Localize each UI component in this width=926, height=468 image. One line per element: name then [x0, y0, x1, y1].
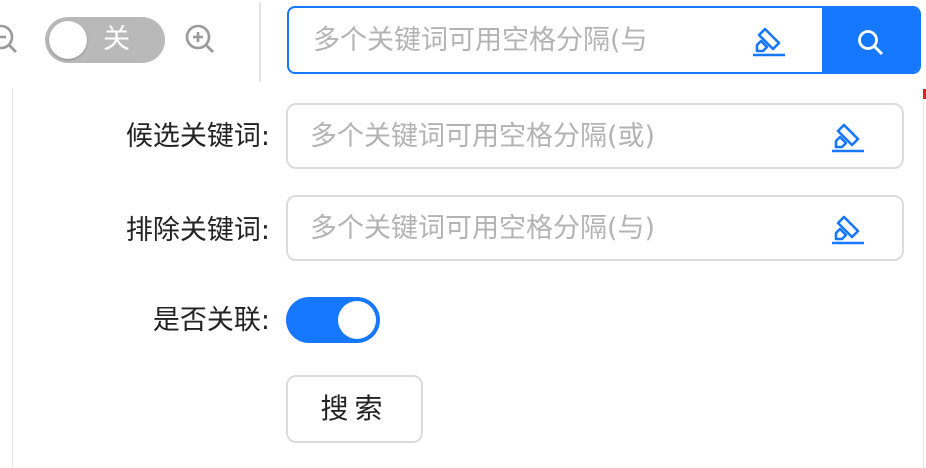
toggle-knob	[338, 301, 376, 339]
associate-label: 是否关联:	[152, 305, 270, 336]
exclude-keywords-label: 排除关键词:	[125, 215, 270, 246]
view-toggle[interactable]: 关	[45, 17, 165, 63]
search-button[interactable]	[822, 8, 919, 72]
main-search-bar: 多个关键词可用空格分隔(与	[287, 6, 921, 74]
candidate-keywords-placeholder: 多个关键词可用空格分隔(或)	[310, 121, 656, 152]
zoom-out-icon[interactable]	[0, 22, 20, 56]
zoom-in-icon[interactable]	[183, 22, 217, 56]
candidate-keywords-label: 候选关键词:	[125, 121, 270, 152]
exclude-keywords-field[interactable]: 多个关键词可用空格分隔(与)	[286, 195, 904, 261]
search-icon	[858, 30, 884, 56]
candidate-keywords-field[interactable]: 多个关键词可用空格分隔(或)	[286, 103, 904, 169]
exclude-keywords-placeholder: 多个关键词可用空格分隔(与)	[310, 213, 656, 244]
submit-search-button[interactable]: 搜索	[286, 375, 423, 443]
highlighter-icon[interactable]	[828, 211, 868, 247]
highlighter-icon[interactable]	[828, 119, 868, 155]
toolbar-divider	[259, 2, 261, 82]
associate-toggle[interactable]	[286, 297, 380, 343]
toggle-label: 关	[103, 24, 130, 55]
highlighter-icon[interactable]	[749, 23, 789, 59]
toggle-knob	[49, 21, 87, 59]
main-search-input[interactable]: 多个关键词可用空格分隔(与	[313, 23, 673, 59]
